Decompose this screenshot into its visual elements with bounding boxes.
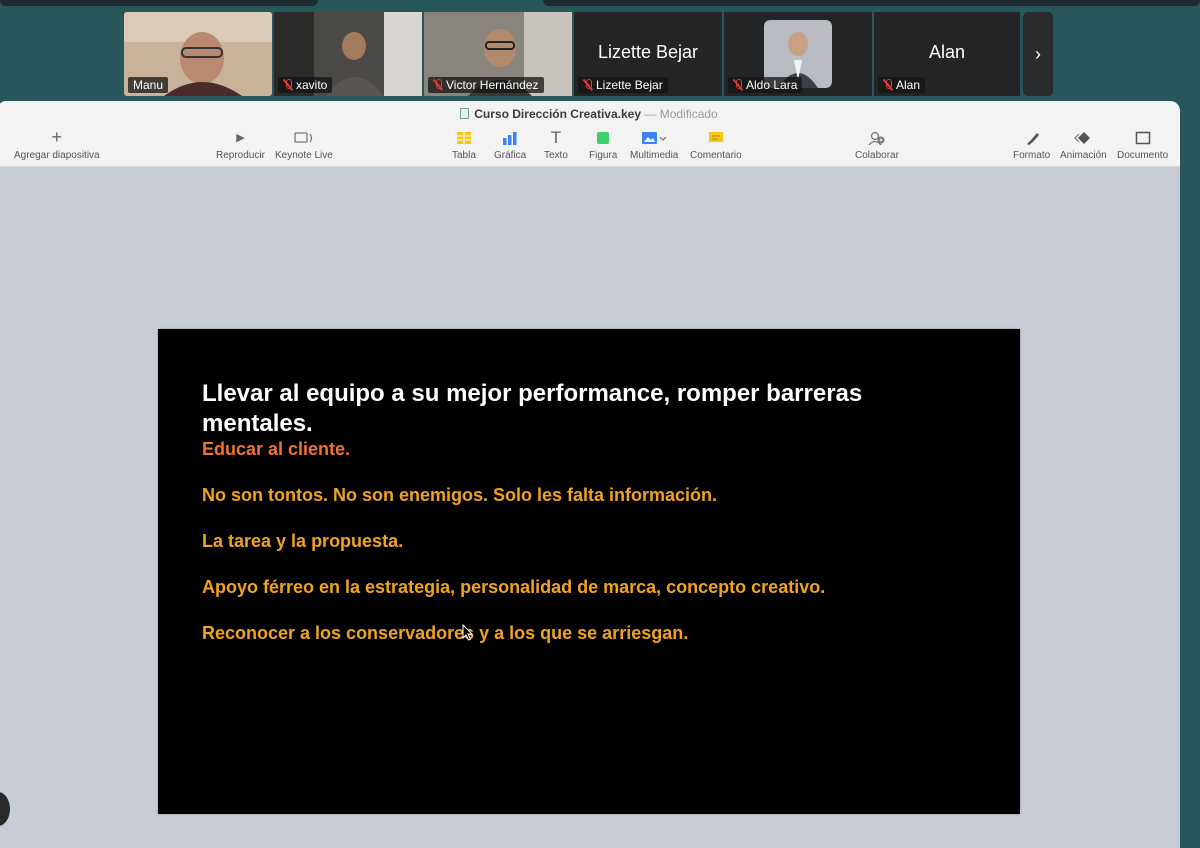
slide-bullet-2[interactable]: La tarea y la propuesta. [202,531,403,552]
text-button[interactable]: T Texto [544,127,568,162]
chart-label: Gráfica [494,150,527,161]
slide-subtitle[interactable]: Educar al cliente. [202,439,350,460]
keynote-file-icon [460,108,470,119]
play-label: Reproducir [216,150,265,161]
plus-icon: + [51,127,63,147]
media-button[interactable]: Multimedia [630,129,678,161]
shape-button[interactable]: Figura [589,129,617,161]
collaborate-button[interactable]: Colaborar [855,129,899,161]
keynote-toolbar: Curso Dirección Creativa.key — Modificad… [0,101,1180,167]
chevron-right-icon: › [1035,43,1041,64]
comment-icon [708,129,724,146]
text-icon: T [550,127,562,147]
document-button[interactable]: Documento [1117,129,1168,161]
slide-bullet-1[interactable]: No son tontos. No son enemigos. Solo les… [202,485,717,506]
participant-name-aldo: Aldo Lara [728,77,803,93]
comment-button[interactable]: Comentario [690,129,742,161]
document-status: Modificado [659,107,718,121]
next-participants-button[interactable]: › [1023,12,1053,96]
muted-mic-icon [883,79,893,91]
table-icon [456,129,472,146]
keynote-window: Curso Dirección Creativa.key — Modificad… [0,101,1180,848]
participant-name-lizette: Lizette Bejar [578,77,668,93]
document-icon [1135,129,1151,146]
muted-mic-icon [733,79,743,91]
animate-icon [1074,129,1092,146]
top-edge-bar-right [543,0,1200,6]
media-icon [641,129,667,146]
participant-display-name-alan: Alan [928,42,966,62]
keynote-live-button[interactable]: Keynote Live [275,129,333,161]
participant-tile-xavito[interactable]: xavito [274,12,422,96]
format-label: Formato [1013,150,1051,161]
format-button[interactable]: Formato [1013,129,1050,161]
keynote-live-icon [293,129,315,146]
table-button[interactable]: Tabla [452,129,476,161]
text-label: Texto [544,150,568,161]
animate-label: Animación [1060,150,1107,161]
slide-canvas[interactable]: Llevar al equipo a su mejor performance,… [0,167,1180,848]
add-slide-button[interactable]: + Agregar diapositiva [14,127,100,161]
comment-label: Comentario [690,150,742,161]
chart-icon [502,129,518,146]
document-title: Curso Dirección Creativa.key — Modificad… [0,107,1180,121]
participant-name-xavito: xavito [278,77,333,93]
participant-tile-manu[interactable]: Manu [124,12,272,96]
title-separator: — [644,107,657,121]
participant-tile-lizette[interactable]: Lizette Bejar Lizette Bejar [574,12,722,96]
top-edge-bar-left [0,0,318,6]
muted-mic-icon [433,79,443,91]
participant-tile-alan[interactable]: Alan Alan [874,12,1020,96]
muted-mic-icon [283,79,293,91]
slide-bullet-4[interactable]: Reconocer a los conservadores y a los qu… [202,623,688,644]
participant-name-victor: Victor Hernández [428,77,544,93]
animate-button[interactable]: Animación [1060,129,1107,161]
document-label: Documento [1117,150,1169,161]
chart-button[interactable]: Gráfica [494,129,526,161]
paintbrush-icon [1024,129,1040,146]
slide-title[interactable]: Llevar al equipo a su mejor performance,… [202,379,962,439]
participant-tile-aldo[interactable]: Aldo Lara [724,12,872,96]
play-icon: ▶ [236,132,245,144]
keynote-live-label: Keynote Live [275,150,333,161]
muted-mic-icon [583,79,593,91]
table-label: Tabla [452,150,476,161]
media-label: Multimedia [630,150,679,161]
participant-display-name-lizette: Lizette Bejar [597,42,699,62]
add-slide-label: Agregar diapositiva [14,150,100,161]
shape-label: Figura [589,150,618,161]
collaborate-icon [867,129,887,146]
document-name: Curso Dirección Creativa.key [474,107,642,121]
mouse-pointer-icon [462,624,474,641]
slide-bullet-3[interactable]: Apoyo férreo en la estrategia, personali… [202,577,825,598]
participant-tile-victor[interactable]: Victor Hernández [424,12,572,96]
play-button[interactable]: ▶ Reproducir [216,129,265,161]
collaborate-label: Colaborar [855,150,899,161]
participant-name-manu: Manu [128,77,169,93]
shape-icon [596,129,610,146]
participant-name-alan: Alan [878,77,926,93]
current-slide[interactable]: Llevar al equipo a su mejor performance,… [158,329,1020,814]
